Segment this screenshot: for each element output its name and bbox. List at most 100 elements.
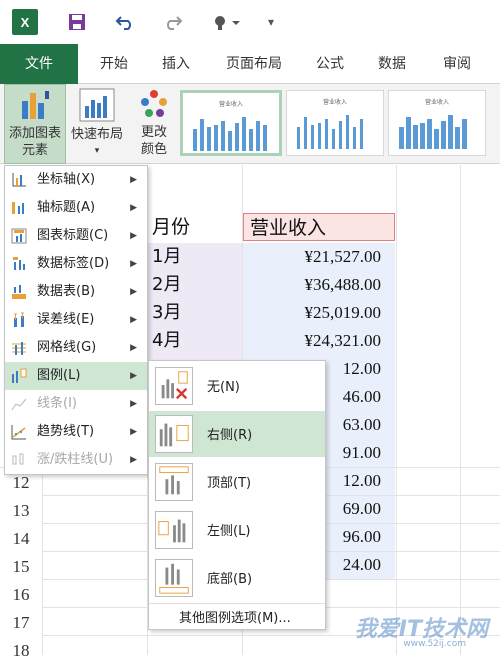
chart-style-1[interactable]: 营业收入 xyxy=(180,90,282,156)
chart-style-3-title: 营业收入 xyxy=(424,99,449,106)
legend-option-label: 无(N) xyxy=(207,380,240,395)
header-income-cell[interactable]: 营业收入 xyxy=(243,213,395,241)
submenu-arrow-icon: ▶ xyxy=(130,315,137,325)
row-number[interactable]: 17 xyxy=(0,609,42,637)
error-bars-icon xyxy=(14,312,24,327)
more-legend-options[interactable]: 其他图例选项(M)... xyxy=(179,607,291,626)
month-cell[interactable]: 1月 xyxy=(148,243,242,271)
row-number[interactable]: 18 xyxy=(0,637,42,660)
chart-style-2-preview xyxy=(297,115,363,149)
gridlines-icon xyxy=(12,342,26,355)
chart-style-3-preview xyxy=(399,115,467,149)
customize-qat-icon[interactable]: ▾ xyxy=(258,9,284,35)
quick-layout-label: 快速布局 xyxy=(70,127,123,142)
menu-item-up-down-bars: 涨/跌柱线(U) ▶ xyxy=(5,446,147,474)
menu-item-label: 坐标轴(X) xyxy=(37,172,96,187)
tab-review[interactable]: 审阅 xyxy=(428,44,486,84)
menu-item-data-table[interactable]: 数据表(B) ▶ xyxy=(5,278,147,306)
submenu-arrow-icon: ▶ xyxy=(130,231,137,241)
menu-item-label: 轴标题(A) xyxy=(37,200,96,215)
legend-right-icon xyxy=(155,415,193,453)
excel-app-icon: X xyxy=(12,9,38,35)
menu-item-label: 线条(I) xyxy=(37,396,77,411)
income-cell[interactable]: ¥21,527.00 xyxy=(243,243,395,271)
undo-icon[interactable] xyxy=(112,9,138,35)
watermark-url: www.52ij.com xyxy=(403,639,466,649)
month-cell[interactable]: 4月 xyxy=(148,327,242,355)
menu-item-trendline[interactable]: 趋势线(T) ▶ xyxy=(5,418,147,446)
chart-style-1-preview xyxy=(193,117,267,151)
legend-option-left[interactable]: 左侧(L) xyxy=(149,507,325,553)
menu-item-label: 趋势线(T) xyxy=(37,424,95,439)
month-cell[interactable]: 3月 xyxy=(148,299,242,327)
income-cell[interactable]: ¥24,321.00 xyxy=(243,327,395,355)
submenu-arrow-icon: ▶ xyxy=(130,399,137,409)
legend-left-icon xyxy=(155,511,193,549)
axis-title-icon xyxy=(12,202,24,214)
submenu-arrow-icon: ▶ xyxy=(130,371,137,381)
change-colors-label-2: 颜色 xyxy=(140,142,167,157)
legend-option-label: 右侧(R) xyxy=(207,428,253,443)
legend-bottom-icon xyxy=(155,559,193,597)
submenu-arrow-icon: ▶ xyxy=(130,259,137,269)
tab-page-layout[interactable]: 页面布局 xyxy=(214,44,294,84)
legend-submenu: 无(N) 右侧(R) 顶部(T) 左侧(L) 底部(B) 其他图例选项(M)..… xyxy=(148,360,326,630)
tab-file[interactable]: 文件 xyxy=(0,44,78,84)
chart-style-2[interactable]: 营业收入 xyxy=(286,90,384,156)
grid-line xyxy=(396,165,397,655)
menu-item-label: 涨/跌柱线(U) xyxy=(37,452,114,467)
legend-option-none[interactable]: 无(N) xyxy=(149,363,325,409)
row-number[interactable]: 14 xyxy=(0,525,42,553)
menu-item-label: 误差线(E) xyxy=(37,312,95,327)
row-number[interactable]: 13 xyxy=(0,497,42,525)
tab-data[interactable]: 数据 xyxy=(364,44,420,84)
ribbon-tabs: 文件 开始 插入 页面布局 公式 数据 审阅 xyxy=(0,44,500,84)
up-down-bars-icon xyxy=(12,453,24,465)
menu-item-chart-title[interactable]: 图表标题(C) ▶ xyxy=(5,222,147,250)
tab-formulas[interactable]: 公式 xyxy=(302,44,358,84)
row-number[interactable]: 16 xyxy=(0,581,42,609)
legend-option-right[interactable]: 右侧(R) xyxy=(149,411,325,457)
submenu-arrow-icon: ▶ xyxy=(130,427,137,437)
change-colors-icon xyxy=(141,90,167,117)
row-number[interactable]: 15 xyxy=(0,553,42,581)
tab-home[interactable]: 开始 xyxy=(86,44,142,84)
income-cell[interactable]: ¥25,019.00 xyxy=(243,299,395,327)
header-month-cell[interactable]: 月份 xyxy=(148,213,242,241)
lines-icon xyxy=(11,398,27,411)
menu-item-axes[interactable]: 坐标轴(X) ▶ xyxy=(5,166,147,194)
submenu-arrow-icon: ▶ xyxy=(130,203,137,213)
touch-mode-icon[interactable] xyxy=(210,9,244,35)
menu-item-axis-titles[interactable]: 轴标题(A) ▶ xyxy=(5,194,147,222)
legend-option-bottom[interactable]: 底部(B) xyxy=(149,555,325,601)
change-colors-button[interactable]: 更改 颜色 xyxy=(130,84,178,164)
ribbon-body: 添加图表 元素 快速布局 ▾ 更改颜色 营业收入 营业收入 营业收入 xyxy=(0,84,500,164)
trendline-icon xyxy=(11,425,26,440)
add-chart-element-label-2: 元素 xyxy=(21,143,48,158)
legend-top-icon xyxy=(155,463,193,501)
chart-style-2-title: 营业收入 xyxy=(322,99,347,106)
change-colors-label: 更改 xyxy=(140,125,167,140)
menu-item-label: 数据标签(D) xyxy=(37,256,110,271)
menu-divider xyxy=(149,603,325,604)
add-chart-element-button[interactable]: 添加图表 元素 xyxy=(4,84,66,164)
menu-item-label: 图例(L) xyxy=(37,368,81,383)
menu-item-gridlines[interactable]: 网格线(G) ▶ xyxy=(5,334,147,362)
legend-option-top[interactable]: 顶部(T) xyxy=(149,459,325,505)
submenu-arrow-icon: ▶ xyxy=(130,343,137,353)
menu-item-label: 图表标题(C) xyxy=(37,228,109,243)
legend-option-label: 底部(B) xyxy=(207,572,253,587)
quick-layout-button[interactable]: 快速布局 ▾ xyxy=(68,84,126,164)
menu-item-error-bars[interactable]: 误差线(E) ▶ xyxy=(5,306,147,334)
data-table-icon xyxy=(12,285,26,299)
income-cell[interactable]: ¥36,488.00 xyxy=(243,271,395,299)
chart-style-3[interactable]: 营业收入 xyxy=(388,90,486,156)
month-cell[interactable]: 2月 xyxy=(148,271,242,299)
save-icon[interactable] xyxy=(64,9,90,35)
menu-item-legend[interactable]: 图例(L) ▶ xyxy=(5,362,147,390)
quick-layout-icon xyxy=(79,88,115,122)
tab-insert[interactable]: 插入 xyxy=(148,44,204,84)
redo-icon[interactable] xyxy=(160,9,186,35)
menu-item-data-labels[interactable]: 数据标签(D) ▶ xyxy=(5,250,147,278)
menu-item-label: 数据表(B) xyxy=(37,284,96,299)
